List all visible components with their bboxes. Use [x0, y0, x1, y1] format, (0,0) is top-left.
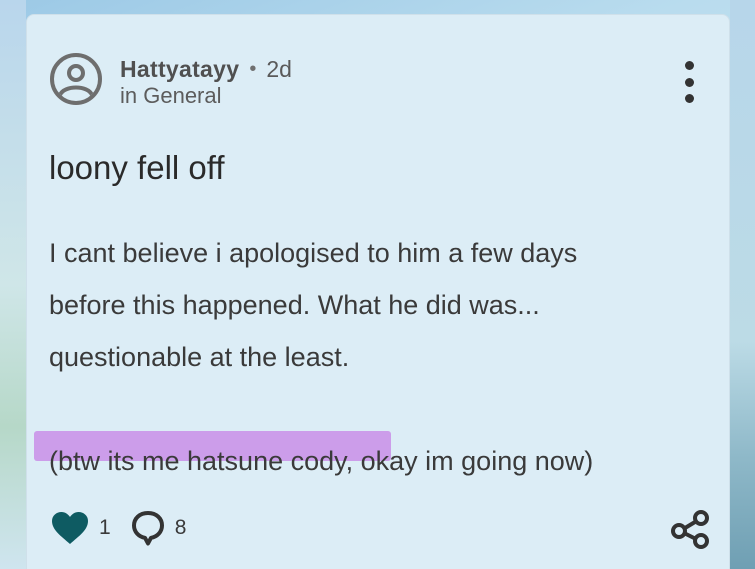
body-line: I cant believe i apologised to him a few… — [49, 238, 578, 268]
like-count: 1 — [99, 516, 111, 539]
avatar-icon[interactable] — [50, 53, 102, 105]
background-left — [0, 0, 26, 569]
post-card: Hattyatayy • 2d in General loony fell of… — [26, 14, 730, 569]
body-postscript: (btw its me hatsune cody, okay im going … — [49, 446, 594, 476]
more-vertical-icon[interactable] — [677, 61, 701, 103]
comment-icon — [131, 511, 164, 546]
post-actions: 1 8 — [51, 510, 206, 546]
body-line: before this happened. What he did was... — [49, 290, 540, 320]
post-body: I cant believe i apologised to him a few… — [49, 227, 709, 487]
comment-count: 8 — [174, 516, 187, 539]
menu-dot — [684, 61, 694, 70]
meta-separator: • — [249, 57, 257, 80]
post-age: 2d — [266, 55, 292, 82]
post-title: loony fell off — [49, 149, 225, 186]
heart-icon — [52, 512, 88, 544]
body-line: questionable at the least. — [49, 342, 350, 372]
menu-dot — [684, 94, 694, 103]
comment-button[interactable]: 8 — [131, 510, 187, 546]
post-category[interactable]: in General — [120, 83, 222, 109]
background-right — [730, 0, 755, 569]
author-name[interactable]: Hattyatayy — [120, 56, 239, 83]
like-button[interactable]: 1 — [51, 511, 111, 545]
post-meta: Hattyatayy • 2d — [120, 55, 292, 83]
menu-dot — [684, 77, 694, 87]
share-icon[interactable] — [670, 509, 710, 549]
